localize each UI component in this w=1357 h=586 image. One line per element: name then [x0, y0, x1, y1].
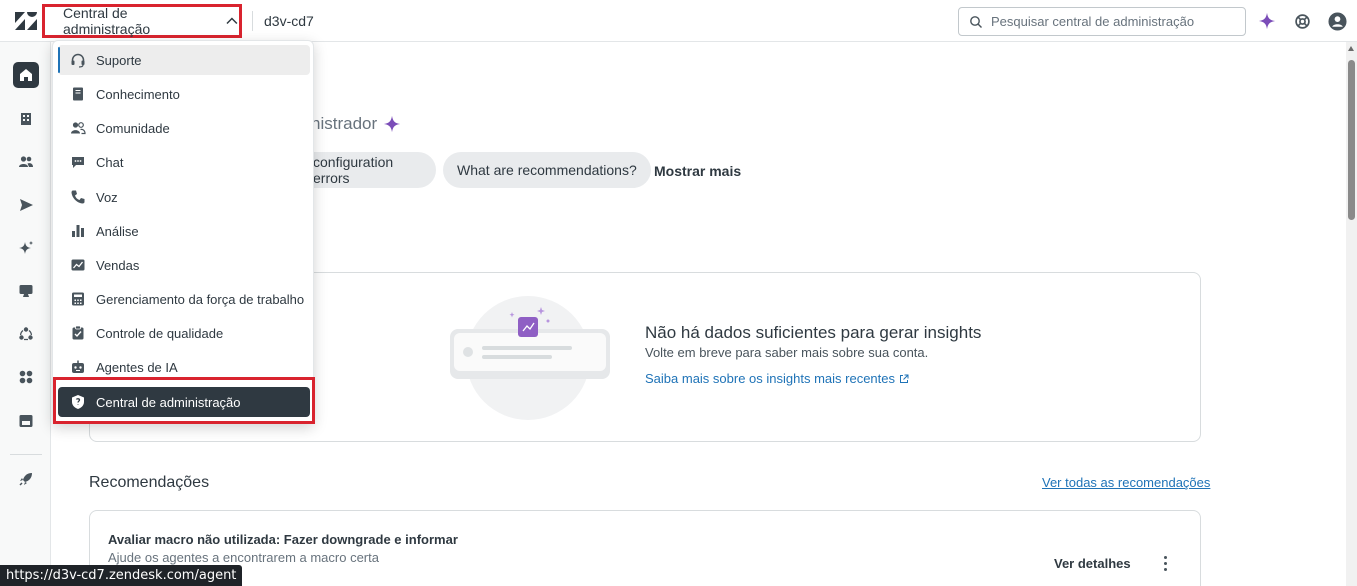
- insights-empty-title: Não há dados suficientes para gerar insi…: [645, 323, 982, 342]
- insights-empty-subtitle: Volte em breve para saber mais sobre sua…: [645, 345, 929, 360]
- nav-divider: [10, 454, 42, 455]
- store-icon: [19, 415, 33, 427]
- nav-channels[interactable]: [13, 192, 39, 218]
- nav-home[interactable]: [13, 62, 39, 88]
- nav-people[interactable]: [13, 149, 39, 175]
- menu-item-chat[interactable]: Chat: [58, 147, 310, 177]
- menu-item-analise[interactable]: Análise: [58, 216, 310, 246]
- menu-item-vendas[interactable]: Vendas: [58, 250, 310, 280]
- product-switcher-menu: Suporte Conhecimento Comunidade Chat Voz…: [52, 40, 314, 424]
- rocket-icon: [19, 473, 32, 486]
- menu-item-gerenciamento-forca-trabalho[interactable]: Gerenciamento da força de trabalho: [58, 284, 310, 314]
- more-options-icon[interactable]: [1158, 554, 1172, 572]
- greeting-text: nistrador: [311, 114, 378, 133]
- menu-item-label: Agentes de IA: [96, 359, 178, 375]
- menu-item-label: Controle de qualidade: [96, 325, 224, 341]
- search-box[interactable]: [958, 7, 1246, 36]
- calculator-icon: [72, 292, 84, 306]
- cycle-icon: [19, 327, 33, 341]
- recommendation-title: Avaliar macro não utilizada: Fazer downg…: [108, 532, 458, 547]
- search-icon: [970, 15, 982, 28]
- ai-sparkle-icon[interactable]: [1257, 11, 1277, 31]
- clipboard-check-icon: [72, 325, 84, 340]
- page-greeting: nistrador: [311, 114, 401, 134]
- user-avatar-icon[interactable]: [1327, 11, 1347, 31]
- top-bar: Central de administração d3v-cd7: [0, 0, 1357, 42]
- people-icon: [19, 156, 33, 167]
- building-icon: [21, 113, 31, 125]
- nav-get-started[interactable]: [13, 466, 39, 492]
- view-all-recommendations-link[interactable]: Ver todas as recomendações: [1042, 475, 1210, 490]
- suggestion-chip-recommendations[interactable]: What are recommendations?: [443, 152, 651, 188]
- menu-item-label: Vendas: [96, 257, 140, 273]
- left-navigation: [0, 42, 51, 586]
- menu-item-label: Chat: [96, 154, 124, 170]
- view-details-button[interactable]: Ver detalhes: [1054, 556, 1131, 571]
- nav-objects-rules[interactable]: [13, 321, 39, 347]
- insights-link-label: Saiba mais sobre os insights mais recent…: [645, 371, 896, 386]
- bar-chart-icon: [72, 225, 84, 237]
- menu-item-comunidade[interactable]: Comunidade: [58, 113, 310, 143]
- menu-item-suporte[interactable]: Suporte: [58, 45, 310, 75]
- headset-icon: [71, 53, 85, 68]
- show-more-link[interactable]: Mostrar mais: [654, 163, 741, 179]
- recommendations-heading: Recomendações: [89, 474, 210, 491]
- monitor-icon: [19, 285, 33, 297]
- zendesk-logo-icon[interactable]: [14, 11, 38, 31]
- product-switcher-button[interactable]: Central de administração: [42, 4, 242, 38]
- chip-label: configuration errors: [313, 154, 394, 186]
- nav-ai[interactable]: [13, 235, 39, 261]
- home-icon: [20, 69, 32, 81]
- recommendation-card: Avaliar macro não utilizada: Fazer downg…: [89, 510, 1201, 586]
- sparkle-icon: [19, 241, 33, 254]
- scroll-thumb[interactable]: [1348, 60, 1355, 220]
- nav-account[interactable]: [13, 106, 39, 132]
- menu-item-label: Análise: [96, 223, 139, 239]
- product-switcher-label: Central de administração: [63, 5, 151, 37]
- subdomain-label: d3v-cd7: [264, 13, 314, 29]
- menu-item-controle-qualidade[interactable]: Controle de qualidade: [58, 318, 310, 348]
- chevron-up-icon: [226, 17, 238, 24]
- menu-item-label: Comunidade: [96, 120, 170, 136]
- search-input[interactable]: [991, 14, 1231, 29]
- recommendation-subtitle: Ajude os agentes a encontrarem a macro c…: [108, 550, 379, 565]
- menu-item-voz[interactable]: Voz: [58, 182, 310, 212]
- people-icon: [71, 122, 86, 135]
- nav-apps-integrations[interactable]: [13, 364, 39, 390]
- scroll-up-arrow-icon[interactable]: [1348, 46, 1354, 51]
- page-scrollbar[interactable]: [1346, 42, 1357, 586]
- send-icon: [20, 199, 33, 211]
- help-lifebuoy-icon[interactable]: [1292, 11, 1312, 31]
- menu-item-label: Gerenciamento da força de trabalho: [96, 291, 305, 307]
- empty-insights-illustration: [450, 296, 610, 420]
- book-icon: [73, 87, 83, 101]
- menu-item-label: Voz: [96, 189, 118, 205]
- divider: [252, 11, 253, 31]
- link-status-bar: https://d3v-cd7.zendesk.com/agent: [0, 565, 243, 586]
- chip-label: What are recommendations?: [457, 162, 637, 178]
- robot-icon: [72, 360, 84, 373]
- selection-highlight-box: [53, 377, 315, 424]
- sparkle-icon: [384, 115, 401, 133]
- nav-workspaces[interactable]: [13, 278, 39, 304]
- nav-marketplace[interactable]: [13, 408, 39, 434]
- apps-grid-icon: [19, 370, 33, 384]
- menu-item-label: Conhecimento: [96, 86, 180, 102]
- insights-learn-more-link[interactable]: Saiba mais sobre os insights mais recent…: [645, 371, 909, 386]
- menu-item-label: Suporte: [96, 52, 142, 68]
- external-link-icon: [900, 374, 909, 383]
- chat-icon: [72, 157, 84, 168]
- trend-icon: [71, 259, 85, 271]
- menu-item-conhecimento[interactable]: Conhecimento: [58, 79, 310, 109]
- phone-icon: [71, 190, 85, 204]
